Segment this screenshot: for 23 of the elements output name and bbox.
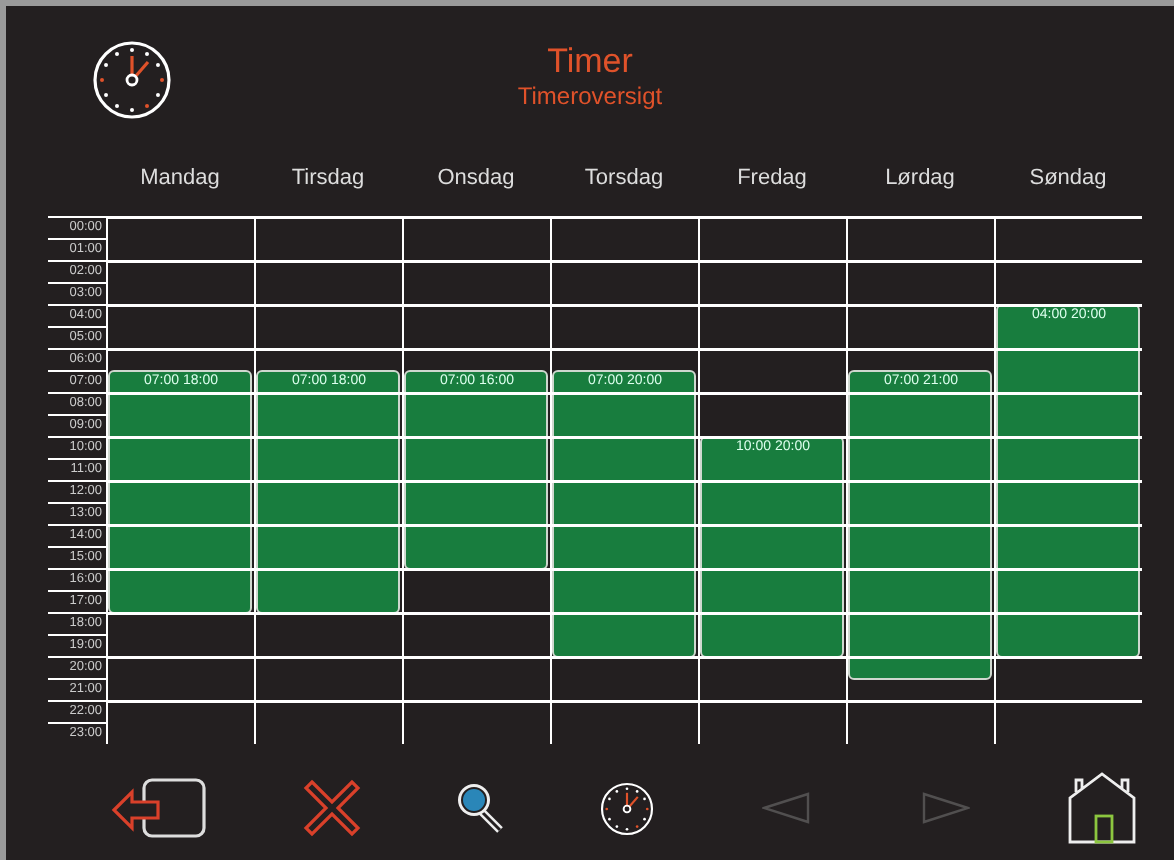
timer-block[interactable]: [996, 304, 1140, 658]
timer-block[interactable]: [404, 370, 548, 570]
home-button[interactable]: [1067, 772, 1136, 844]
clock-icon: [600, 781, 655, 835]
day-header: Lørdag: [883, 165, 957, 189]
timer-block[interactable]: [256, 370, 400, 614]
search-button[interactable]: [454, 780, 507, 836]
day-header: Torsdag: [582, 165, 666, 189]
timer-block[interactable]: [108, 370, 252, 614]
timer-block[interactable]: [552, 370, 696, 658]
day-header: Fredag: [735, 165, 809, 189]
screen-subtitle: Timeroversigt: [517, 82, 663, 112]
screen-title: Timer: [547, 42, 633, 82]
timer-block[interactable]: [700, 436, 844, 658]
day-header: Mandag: [138, 165, 222, 189]
timer-button[interactable]: [600, 781, 655, 835]
back-button[interactable]: [107, 776, 207, 840]
day-header: Søndag: [1027, 165, 1109, 189]
day-header: Tirsdag: [289, 165, 367, 189]
delete-button[interactable]: [301, 778, 362, 838]
timer-block[interactable]: [848, 370, 992, 680]
clock-icon: [92, 40, 172, 120]
day-header: Onsdag: [435, 165, 517, 189]
